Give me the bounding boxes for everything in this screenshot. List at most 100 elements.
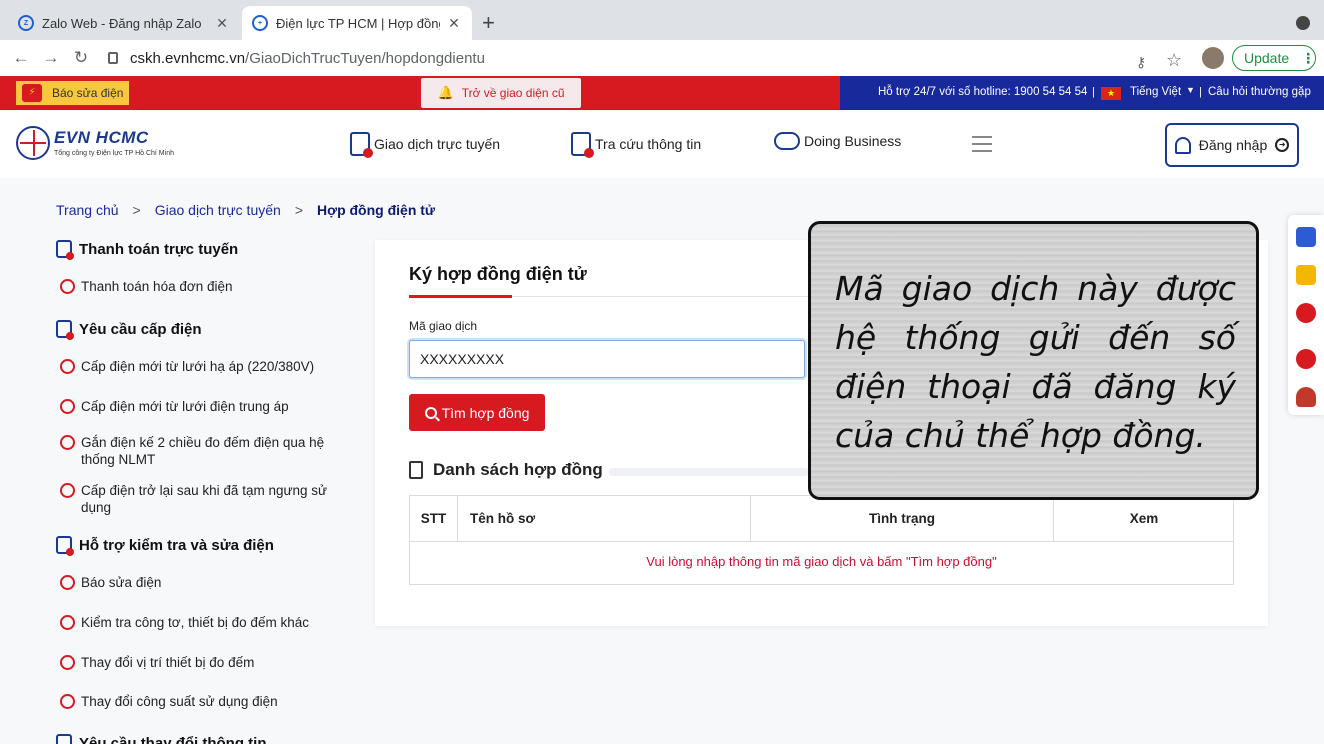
zalo-icon: Z [18,15,34,31]
report-repair-button[interactable]: ⚡ Báo sửa điện [16,81,129,105]
mobile-payment-icon [350,132,373,158]
user-icon [1174,136,1191,154]
sidebar-item-report-repair[interactable]: Báo sửa điện [60,574,330,591]
sidebar-item-pay-bill[interactable]: Thanh toán hóa đơn điện [60,278,330,295]
handshake-icon [774,132,800,150]
sidebar-item-move-meter[interactable]: Thay đổi vị trí thiết bị đo đếm [60,654,330,671]
divider [410,541,1233,542]
floating-toolbar [1288,215,1324,415]
back-arrow-icon[interactable]: ← [6,48,36,68]
find-contract-button[interactable]: Tìm hợp đồng [409,394,545,431]
payment-icon [56,240,74,260]
new-tab-button[interactable]: + [482,12,495,34]
support-agent-icon[interactable] [1296,387,1316,407]
repair-support-icon [56,536,74,556]
power-request-icon [56,320,74,340]
old-ui-button[interactable]: 🔔 Trở về giao diện cũ [421,78,581,108]
key-icon[interactable]: ⚷ [1136,54,1146,71]
report-repair-label: Báo sửa điện [52,86,124,100]
column-header-stt: STT [410,496,458,541]
lock-icon [108,52,118,64]
lookup-icon [571,132,594,158]
chevron-down-icon: ▼ [1186,85,1195,95]
calculator-icon[interactable] [1296,227,1316,247]
document-icon [409,461,423,479]
card-title: Ký hợp đồng điện tử [409,264,587,284]
language-select[interactable]: Tiếng Việt [1130,86,1181,98]
close-icon[interactable]: ✕ [446,15,462,32]
sidebar-heading-change-info: Yêu cầu thay đổi thông tin [56,734,267,744]
update-button[interactable]: Update ⋮ [1232,45,1316,71]
find-contract-label: Tìm hợp đồng [441,404,530,421]
browser-toolbar: ← → ↻ cskh.evnhcmc.vn /GiaoDichTrucTuyen… [0,40,1324,76]
sidebar-item-check-meter[interactable]: Kiểm tra công tơ, thiết bị đo đếm khác [60,614,330,631]
bill-icon[interactable] [1296,265,1316,285]
breadcrumb-current: Hợp đồng điện tử [317,202,436,218]
tab-search-icon[interactable] [1296,16,1310,30]
faq-link[interactable]: Câu hỏi thường gặp [1208,86,1311,98]
phone-icon[interactable] [1296,349,1316,369]
forward-arrow-icon[interactable]: → [36,48,66,68]
breadcrumb-section[interactable]: Giao dịch trực tuyến [155,202,281,218]
tab-title: Điện lực TP HCM | Hợp đồng đ [276,15,440,31]
nav-label: Doing Business [804,133,902,149]
sidebar-item-change-capacity[interactable]: Thay đổi công suất sử dụng điện [60,693,330,710]
evn-logo-mark [16,126,50,160]
transaction-code-input[interactable] [409,340,805,378]
reload-icon[interactable]: ↻ [66,48,96,68]
breadcrumb-home[interactable]: Trang chủ [56,202,119,218]
evn-logo[interactable]: EVN HCMC Tổng công ty Điện lực TP Hồ Chí… [16,126,206,166]
radio-icon [60,655,75,670]
nav-doing-business[interactable]: Doing Business [774,132,901,150]
breadcrumb: Trang chủ > Giao dịch trực tuyến > Hợp đ… [56,202,435,218]
sidebar-heading-repair: Hỗ trợ kiểm tra và sửa điện [56,536,274,556]
url-path: /GiaoDichTrucTuyen/hopdongdientu [245,49,485,67]
divider [609,468,809,476]
help-icon[interactable] [1296,303,1316,323]
radio-icon [60,399,75,414]
sidebar-item-label: Báo sửa điện [81,575,162,590]
radio-icon [60,575,75,590]
contract-list-title: Danh sách hợp đồng [409,460,603,480]
url-host: cskh.evnhcmc.vn [130,49,246,67]
annotation-callout: Mã giao dịch này được hệ thống gửi đến s… [808,221,1259,500]
title-underline [409,295,512,298]
arrow-right-icon: ➜ [1275,138,1290,152]
tab-zalo[interactable]: Z Zalo Web - Đăng nhập Zalo ✕ [8,6,240,40]
update-label: Update [1244,50,1290,66]
sidebar-heading-supply: Yêu cầu cấp điện [56,320,202,340]
sidebar-item-label: Cấp điện mới từ lưới điện trung áp [81,399,289,414]
sidebar-item-bidirectional-meter[interactable]: Gắn điện kế 2 chiều đo đếm điện qua hệ t… [60,434,330,468]
repair-icon: ⚡ [22,84,42,102]
nav-label: Giao dịch trực tuyến [374,136,501,152]
login-button[interactable]: Đăng nhập ➜ [1165,123,1299,167]
column-header-name: Tên hồ sơ [458,496,751,541]
tab-title: Zalo Web - Đăng nhập Zalo [42,15,202,31]
sidebar-item-label: Thay đổi công suất sử dụng điện [81,694,278,709]
close-icon[interactable]: ✕ [214,15,230,32]
separator: | [1199,86,1202,98]
avatar[interactable] [1202,47,1224,69]
menu-icon[interactable] [972,136,992,152]
sidebar-heading-label: Yêu cầu cấp điện [79,320,202,338]
sidebar-heading-label: Yêu cầu thay đổi thông tin [79,734,267,744]
sidebar-item-label: Cấp điện trở lại sau khi đã tạm ngưng sử… [81,483,328,515]
old-ui-label: Trở về giao diện cũ [461,86,565,100]
radio-icon [60,483,75,498]
radio-icon [60,359,75,374]
sidebar-item-reconnect[interactable]: Cấp điện trở lại sau khi đã tạm ngưng sử… [60,482,330,516]
sidebar-item-label: Thanh toán hóa đơn điện [81,279,233,294]
sidebar-item-label: Gắn điện kế 2 chiều đo đếm điện qua hệ t… [81,435,325,467]
tab-evnhcmc[interactable]: + Điện lực TP HCM | Hợp đồng đ ✕ [242,6,472,40]
sidebar-item-low-voltage[interactable]: Cấp điện mới từ lưới hạ áp (220/380V) [60,358,330,375]
nav-online-transactions[interactable]: Giao dịch trực tuyến [350,132,501,158]
sidebar-item-label: Cấp điện mới từ lưới hạ áp (220/380V) [81,359,315,374]
radio-icon [60,694,75,709]
address-bar[interactable]: cskh.evnhcmc.vn /GiaoDichTrucTuyen/hopdo… [108,44,1198,72]
chevron-right-icon: > [294,202,303,218]
sidebar-item-medium-voltage[interactable]: Cấp điện mới từ lưới điện trung áp [60,398,330,415]
chevron-right-icon: > [132,202,141,218]
nav-lookup[interactable]: Tra cứu thông tin [571,132,701,158]
annotation-text: Mã giao dịch này được hệ thống gửi đến s… [835,269,1236,455]
star-icon[interactable]: ☆ [1166,50,1182,71]
